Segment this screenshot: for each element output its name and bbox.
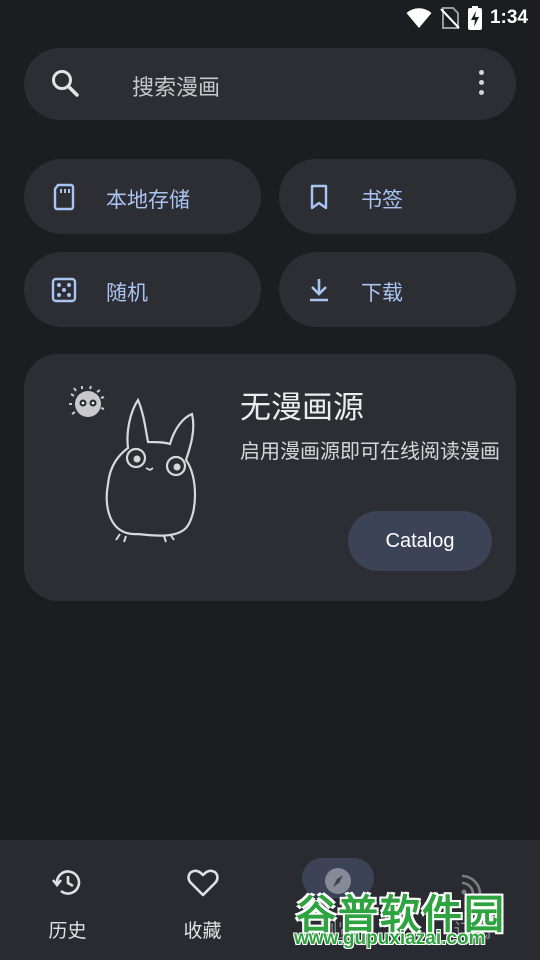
downloads-button[interactable]: 下载 (279, 252, 516, 327)
search-input[interactable]: 搜索漫画 (132, 70, 220, 102)
no-sim-icon (440, 7, 460, 29)
search-icon[interactable] (50, 68, 80, 98)
empty-title: 无漫画源 (240, 390, 364, 426)
nav-history[interactable]: 历史 (0, 840, 135, 960)
random-button[interactable]: 随机 (24, 252, 261, 327)
local-storage-label: 本地存储 (106, 188, 190, 212)
status-bar: 1:34 (0, 0, 540, 36)
local-storage-button[interactable]: 本地存储 (24, 159, 261, 234)
nav-history-label: 历史 (48, 920, 87, 942)
watermark-logo: 谷普软件园 www.gupuxiazai.com (290, 882, 540, 960)
bookmark-icon (310, 184, 328, 210)
nav-favorites[interactable]: 收藏 (135, 840, 270, 960)
random-label: 随机 (106, 281, 148, 305)
empty-description: 启用漫画源即可在线阅读漫画 (240, 439, 500, 463)
status-icons: 1:34 (406, 6, 528, 30)
search-bar[interactable]: 搜索漫画 (24, 48, 516, 120)
sd-card-icon (53, 183, 75, 211)
dice-icon (51, 277, 77, 303)
totoro-mascot-illustration (69, 385, 196, 543)
battery-charging-icon (467, 6, 482, 30)
history-icon (51, 870, 80, 895)
nav-favorites-label: 收藏 (183, 920, 222, 942)
download-icon (310, 279, 328, 302)
empty-sources-card: 无漫画源 启用漫画源即可在线阅读漫画 Catalog (24, 354, 516, 601)
watermark-url: www.gupuxiazai.com (294, 928, 486, 949)
catalog-button[interactable]: Catalog (348, 511, 492, 571)
status-time: 1:34 (489, 7, 528, 28)
downloads-label: 下载 (361, 281, 403, 305)
more-vertical-icon[interactable] (476, 70, 486, 98)
bookmarks-label: 书签 (361, 188, 403, 212)
wifi-icon (406, 8, 432, 28)
heart-icon (186, 869, 219, 897)
bookmarks-button[interactable]: 书签 (279, 159, 516, 234)
